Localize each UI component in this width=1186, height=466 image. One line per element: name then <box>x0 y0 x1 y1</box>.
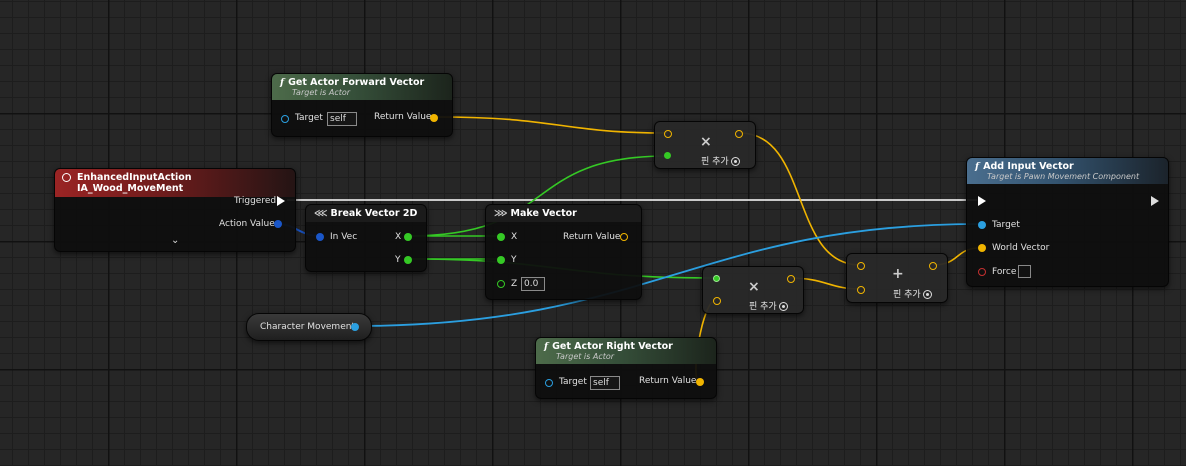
node-header: EnhancedInputAction IA_Wood_MoveMent <box>55 169 295 197</box>
add-b-pin-icon[interactable] <box>857 286 865 294</box>
triggered-pin-label: Triggered <box>234 196 277 206</box>
make-return-pin-icon[interactable] <box>620 233 628 241</box>
node-subtitle: Target is Actor <box>556 352 615 361</box>
target-pin-icon[interactable] <box>281 115 289 123</box>
node-add[interactable]: + 핀 추가 <box>846 253 948 303</box>
make-z-pin-icon[interactable] <box>497 280 505 288</box>
node-add-input-vector[interactable]: f Add Input Vector Target is Pawn Movemen… <box>966 157 1169 287</box>
node-header: f Add Input Vector Target is Pawn Movemen… <box>967 158 1168 184</box>
node-character-movement[interactable]: Character Movement <box>246 313 372 341</box>
node-multiply-2[interactable]: × 핀 추가 <box>702 266 804 314</box>
make-z-pin-label: Z <box>511 279 518 289</box>
plus-icon: + <box>892 266 904 282</box>
node-subtitle: Target is Pawn Movement Component <box>987 172 1140 181</box>
node-enhanced-input-action[interactable]: EnhancedInputAction IA_Wood_MoveMent Tri… <box>54 168 296 252</box>
world-vector-pin-icon[interactable] <box>978 244 986 252</box>
add-pin-icon <box>922 290 932 299</box>
x-pin-label: X <box>395 232 402 242</box>
force-checkbox[interactable] <box>1018 265 1031 278</box>
node-title: Add Input Vector <box>983 161 1074 172</box>
blueprint-graph-canvas[interactable]: f Get Actor Forward Vector Target is Acto… <box>0 0 1186 466</box>
node-title: Make Vector <box>510 208 577 219</box>
y-out-pin-icon[interactable] <box>404 256 412 264</box>
return-value-label: Return Value <box>639 376 697 386</box>
return-value-label: Return Value <box>374 112 432 122</box>
node-title: Get Actor Forward Vector <box>288 77 425 88</box>
return-value-pin-icon[interactable] <box>430 114 438 122</box>
multiply-icon: × <box>700 134 712 150</box>
target-pin-icon[interactable] <box>545 379 553 387</box>
node-make-vector[interactable]: ⋙ Make Vector X Return Value Y Z 0.0 <box>485 204 642 300</box>
mult1-add-pin-button[interactable]: 핀 추가 <box>701 154 740 167</box>
target-pin-icon[interactable] <box>978 221 986 229</box>
target-pin-label: Target <box>992 220 1020 230</box>
add-a-pin-icon[interactable] <box>857 262 865 270</box>
target-pin-label: Target <box>559 377 587 387</box>
function-icon: f <box>544 341 549 352</box>
variable-out-pin-icon[interactable] <box>351 323 359 331</box>
add-pin-icon <box>778 302 788 311</box>
variable-label: Character Movement <box>260 322 355 332</box>
event-icon <box>62 173 71 182</box>
make-y-pin-label: Y <box>511 255 517 265</box>
forward-to-mult1-wire <box>436 116 669 134</box>
node-break-vector-2d[interactable]: ⋘ Break Vector 2D In Vec X Y <box>305 204 427 272</box>
node-get-actor-forward-vector[interactable]: f Get Actor Forward Vector Target is Acto… <box>271 73 453 137</box>
node-title: Get Actor Right Vector <box>552 341 673 352</box>
mult1-out-pin-icon[interactable] <box>735 130 743 138</box>
mult1-b-pin-icon[interactable] <box>664 152 671 159</box>
add-add-pin-button[interactable]: 핀 추가 <box>893 287 932 300</box>
mult2-add-pin-button[interactable]: 핀 추가 <box>749 299 788 312</box>
mult1-to-add-wire <box>739 132 861 266</box>
world-vector-pin-label: World Vector <box>992 243 1050 253</box>
triggered-exec-pin-icon[interactable] <box>277 196 285 206</box>
mult2-out-pin-icon[interactable] <box>787 275 795 283</box>
target-value-field[interactable]: self <box>327 112 357 126</box>
in-vec-pin-icon[interactable] <box>316 233 324 241</box>
mult2-b-pin-icon[interactable] <box>713 297 721 305</box>
force-pin-icon[interactable] <box>978 268 986 276</box>
node-header: ⋙ Make Vector <box>486 205 641 222</box>
expand-chevron-icon[interactable]: ⌄ <box>171 235 179 246</box>
in-vec-pin-label: In Vec <box>330 232 358 242</box>
function-icon: f <box>975 161 980 172</box>
node-get-actor-right-vector[interactable]: f Get Actor Right Vector Target is Actor … <box>535 337 717 399</box>
break-struct-icon: ⋘ <box>314 208 328 219</box>
action-value-pin-icon[interactable] <box>274 220 282 228</box>
node-subtitle: Target is Actor <box>292 88 351 97</box>
mult1-a-pin-icon[interactable] <box>664 130 672 138</box>
node-multiply-1[interactable]: × 핀 추가 <box>654 121 756 169</box>
node-header: f Get Actor Right Vector Target is Actor <box>536 338 716 364</box>
multiply-icon: × <box>748 279 760 295</box>
action-value-pin-label: Action Value <box>219 219 275 229</box>
make-y-pin-icon[interactable] <box>497 256 505 264</box>
return-value-pin-icon[interactable] <box>696 378 704 386</box>
exec-out-pin-icon[interactable] <box>1151 196 1159 206</box>
make-z-value-field[interactable]: 0.0 <box>521 277 545 291</box>
target-value-field[interactable]: self <box>590 376 620 390</box>
target-pin-label: Target <box>295 113 323 123</box>
add-pin-icon <box>730 157 740 166</box>
node-title: Break Vector 2D <box>330 208 418 219</box>
make-x-pin-icon[interactable] <box>497 233 505 241</box>
make-return-label: Return Value <box>563 232 621 242</box>
node-header: f Get Actor Forward Vector Target is Acto… <box>272 74 452 100</box>
force-pin-label: Force <box>992 267 1017 277</box>
make-x-pin-label: X <box>511 232 518 242</box>
mult2-a-pin-icon[interactable] <box>713 275 720 282</box>
y-pin-label: Y <box>395 255 401 265</box>
exec-in-pin-icon[interactable] <box>978 196 986 206</box>
make-struct-icon: ⋙ <box>494 208 508 219</box>
function-icon: f <box>280 77 285 88</box>
node-title: EnhancedInputAction IA_Wood_MoveMent <box>77 172 192 194</box>
node-header: ⋘ Break Vector 2D <box>306 205 426 222</box>
add-out-pin-icon[interactable] <box>929 262 937 270</box>
x-out-pin-icon[interactable] <box>404 233 412 241</box>
